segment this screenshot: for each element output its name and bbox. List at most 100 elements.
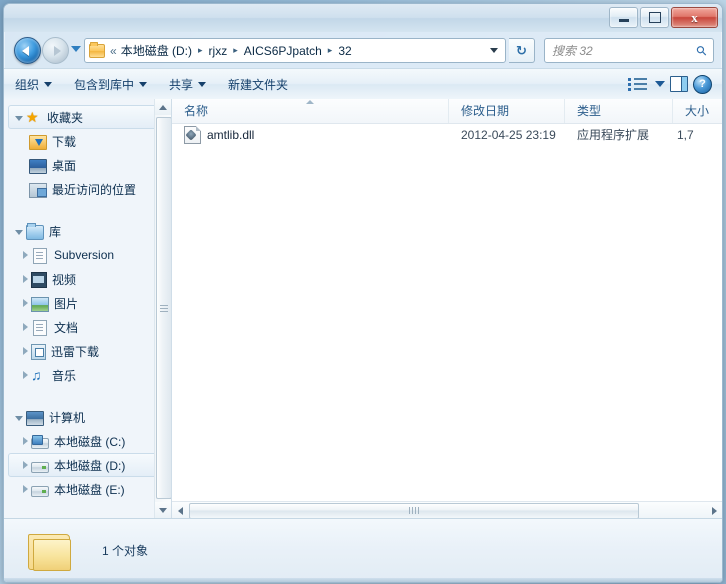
horizontal-scrollbar-thumb[interactable] [189,502,639,519]
sidebar-item-libraries[interactable]: 库 [8,219,167,243]
documents-library-icon [33,319,47,336]
preview-pane-icon[interactable] [670,76,688,92]
scroll-right-button[interactable] [706,503,722,518]
expand-triangle-icon[interactable] [23,347,28,355]
video-library-icon [31,271,47,288]
file-rows: amtlib.dll 2012-04-25 23:19 应用程序扩展 1,7 [172,123,722,147]
table-row[interactable]: amtlib.dll 2012-04-25 23:19 应用程序扩展 1,7 [172,123,722,147]
expand-triangle-icon[interactable] [23,437,28,445]
file-name-cell[interactable]: amtlib.dll [172,123,449,147]
column-header-type[interactable]: 类型 [565,99,673,123]
expand-triangle-icon[interactable] [15,115,23,121]
sidebar-item-computer[interactable]: 计算机 [8,405,167,429]
sidebar-item-music[interactable]: ♫ 音乐 [8,363,167,387]
column-header-row: 名称 修改日期 类型 大小 [172,99,722,124]
expand-triangle-icon[interactable] [23,251,28,259]
library-icon [26,222,44,240]
address-bar[interactable]: « 本地磁盘 (D:) ▸ rjxz ▸ AICS6PJpatch ▸ 32 [84,38,506,63]
column-label: 类型 [577,104,602,118]
column-header-modified[interactable]: 修改日期 [449,99,565,123]
file-modified-cell: 2012-04-25 23:19 [461,128,556,142]
new-folder-button[interactable]: 新建文件夹 [217,72,299,96]
music-library-icon: ♫ [31,367,42,383]
breadcrumb-separator[interactable]: ▸ [324,45,337,56]
file-size-cell: 1,7 [677,128,694,142]
search-input[interactable]: 搜索 32 [552,42,593,59]
expand-triangle-icon[interactable] [23,485,28,493]
forward-button[interactable] [42,37,69,64]
forward-arrow-icon [53,45,61,56]
sidebar-item-thunder-download[interactable]: 迅雷下载 [8,339,167,363]
window-bottom-edge [4,578,722,582]
view-options-chevron-down-icon[interactable] [655,81,665,87]
sidebar-item-desktop[interactable]: 桌面 [8,153,167,177]
expand-triangle-icon[interactable] [15,415,23,421]
column-header-size[interactable]: 大小 [673,99,722,123]
sidebar-item-drive-e[interactable]: 本地磁盘 (E:) [8,477,167,501]
sidebar-item-drive-c[interactable]: 本地磁盘 (C:) [8,429,167,453]
minimize-button[interactable] [609,7,638,28]
new-folder-label: 新建文件夹 [228,77,289,92]
sidebar-item-label: 最近访问的位置 [52,182,137,197]
title-bar: x [4,4,722,32]
sidebar-item-label: 视频 [52,272,77,287]
share-menu-button[interactable]: 共享 [158,72,217,96]
search-box[interactable]: 搜索 32 ⚲ [544,38,714,63]
sidebar-item-subversion[interactable]: Subversion [8,243,167,267]
sidebar-scroll-down-button[interactable] [155,502,171,519]
explorer-window: x « 本地磁盘 (D:) ▸ rjxz ▸ AICS6PJpatch ▸ 32 [3,3,723,583]
chevron-down-icon [198,81,207,87]
sidebar-item-label: 本地磁盘 (C:) [54,434,126,449]
document-library-icon [33,247,47,264]
view-options-icon[interactable] [628,77,647,91]
scroll-up-button[interactable] [155,99,171,115]
sidebar-scrollbar-thumb[interactable] [156,117,171,499]
close-button[interactable]: x [671,7,718,28]
scroll-left-button[interactable] [172,503,188,518]
sidebar-item-recent-places[interactable]: 最近访问的位置 [8,177,167,201]
breadcrumb-separator[interactable]: ▸ [194,45,207,56]
sidebar-item-pictures[interactable]: 图片 [8,291,167,315]
sidebar-item-label: 图片 [54,296,79,311]
pictures-library-icon [31,296,49,312]
file-name: amtlib.dll [207,128,255,142]
expand-triangle-icon[interactable] [23,275,28,283]
sidebar-item-drive-d[interactable]: 本地磁盘 (D:) [8,453,167,477]
breadcrumb-overflow-chevron[interactable]: « [110,44,119,58]
expand-triangle-icon[interactable] [15,229,23,235]
sidebar-item-label: 桌面 [52,158,77,173]
expand-triangle-icon[interactable] [23,371,28,379]
sidebar-item-label: 迅雷下载 [51,344,100,359]
expand-triangle-icon[interactable] [23,299,28,307]
help-icon[interactable]: ? [693,74,712,94]
sidebar-item-label: 下载 [52,134,77,149]
body-area: ★ 收藏夹 下载 桌面 最近访问的位置 库 Subversion 视频 图片 文… [4,99,722,519]
scrollbar-grip-icon [409,507,419,514]
include-in-library-button[interactable]: 包含到库中 [63,72,158,96]
toolbar-right-group: ? [628,74,722,94]
address-row: « 本地磁盘 (D:) ▸ rjxz ▸ AICS6PJpatch ▸ 32 ↻… [4,32,722,68]
breadcrumb-item-0[interactable]: 本地磁盘 (D:) [119,41,194,60]
expand-triangle-icon[interactable] [23,461,28,469]
breadcrumb-item-3[interactable]: 32 [336,43,353,59]
column-header-name[interactable]: 名称 [172,99,449,123]
sidebar-item-videos[interactable]: 视频 [8,267,167,291]
sidebar-item-downloads[interactable]: 下载 [8,129,167,153]
breadcrumb-item-2[interactable]: AICS6PJpatch [242,43,324,59]
breadcrumb-item-1[interactable]: rjxz [207,43,230,59]
sidebar-item-documents[interactable]: 文档 [8,315,167,339]
expand-triangle-icon[interactable] [23,323,28,331]
maximize-button[interactable] [640,7,669,28]
address-dropdown-icon[interactable] [490,48,498,53]
refresh-button[interactable]: ↻ [509,38,535,63]
column-label: 修改日期 [461,104,510,118]
organize-menu-button[interactable]: 组织 [4,72,63,96]
breadcrumb-separator[interactable]: ▸ [229,45,242,56]
back-button[interactable] [14,37,41,64]
sidebar-item-favorites[interactable]: ★ 收藏夹 [8,105,167,129]
scroll-right-icon [711,506,717,515]
history-dropdown-icon[interactable] [71,46,81,52]
sort-ascending-icon [306,100,314,104]
horizontal-scrollbar[interactable] [172,501,722,519]
sidebar-scrollbar[interactable] [154,99,171,519]
